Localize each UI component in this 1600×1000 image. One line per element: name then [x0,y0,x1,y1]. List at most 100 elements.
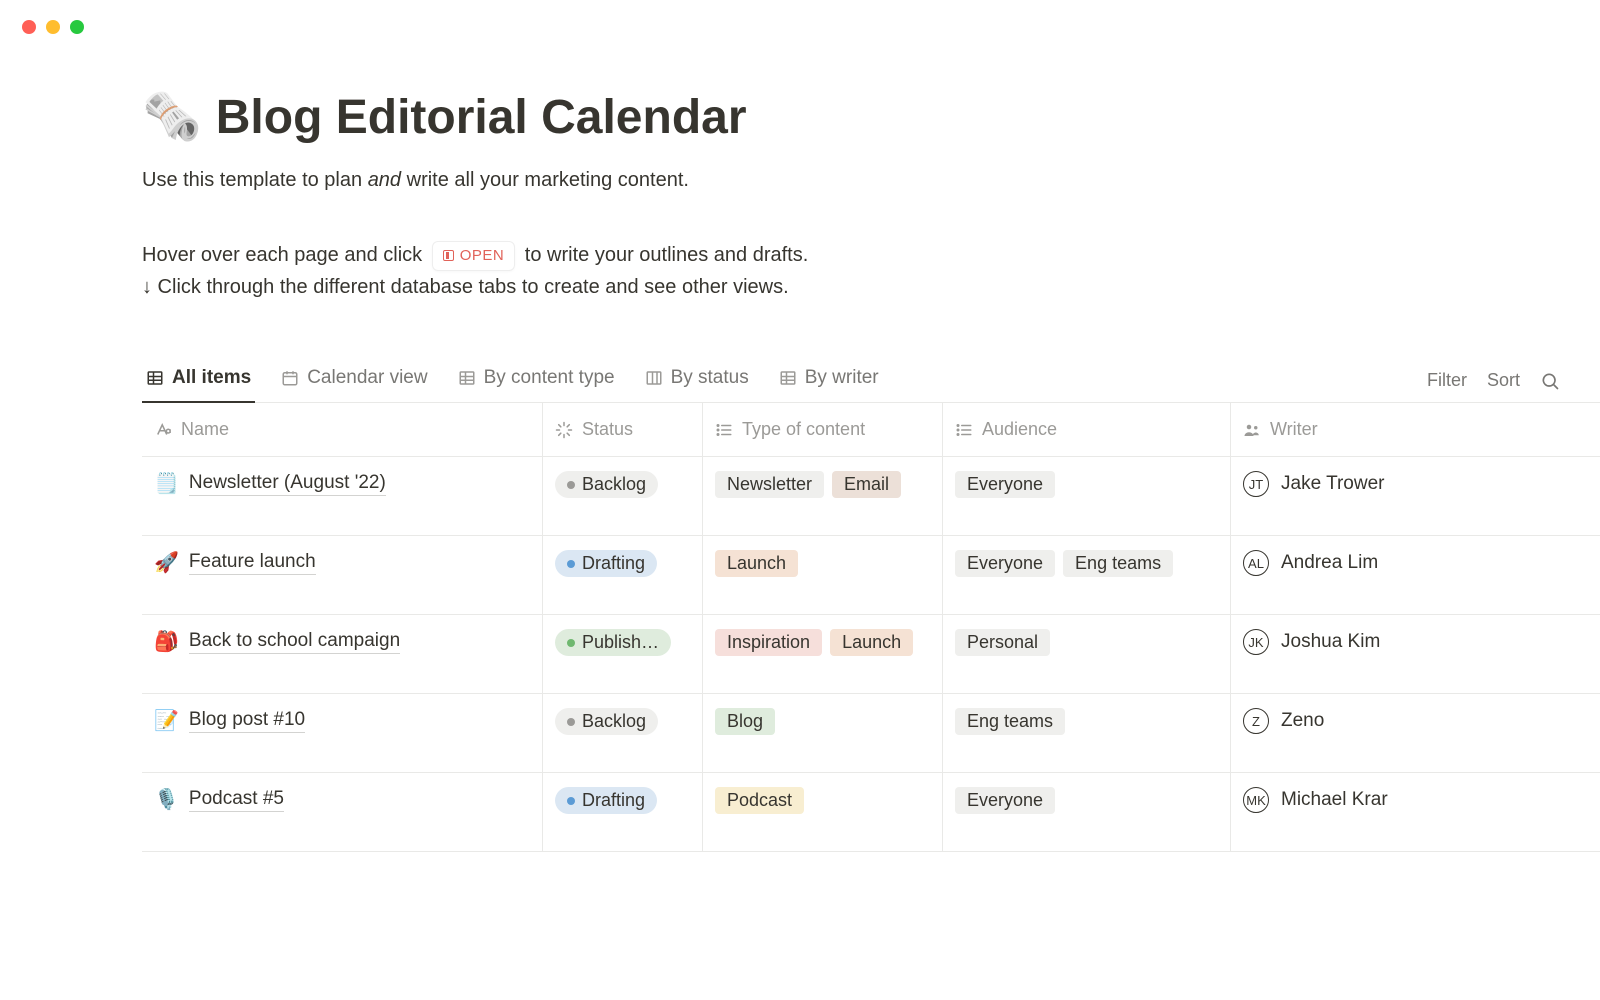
cell-type[interactable]: Blog [702,694,942,772]
cell-name[interactable]: 🎒Back to school campaign [142,615,542,693]
writer-name: Jake Trower [1281,473,1384,495]
status-label: Backlog [582,711,646,732]
cell-audience[interactable]: Everyone [942,773,1230,851]
tab-by-status[interactable]: By status [641,359,753,403]
status-label: Backlog [582,474,646,495]
page-icon[interactable]: 🗞️ [142,94,202,142]
sort-button[interactable]: Sort [1487,370,1520,391]
audience-tag: Everyone [955,550,1055,577]
type-tag: Blog [715,708,775,735]
search-icon [1540,371,1560,391]
table-header: Name Status Type of content Audience [142,403,1600,457]
table-icon [779,369,797,387]
avatar: JK [1243,629,1269,655]
open-chip: OPEN [432,241,516,271]
minimize-window-button[interactable] [46,20,60,34]
instruction-line-1b: to write your outlines and drafts. [525,244,808,266]
row-title: Podcast #5 [189,788,284,812]
column-label: Status [582,419,633,440]
column-header-type[interactable]: Type of content [702,403,942,456]
status-dot-icon [567,797,575,805]
cell-status[interactable]: Backlog [542,457,702,535]
cell-writer[interactable]: JK Joshua Kim [1230,615,1600,693]
row-title: Blog post #10 [189,709,305,733]
tab-all-items[interactable]: All items [142,359,255,403]
filter-button[interactable]: Filter [1427,370,1467,391]
instruction-line-1a: Hover over each page and click [142,244,428,266]
subtitle-part-b: write all your marketing content. [401,169,689,191]
multiselect-column-icon [715,421,733,439]
cell-name[interactable]: 📝 Blog post #10 [142,694,542,772]
cell-status[interactable]: Backlog [542,694,702,772]
avatar: AL [1243,550,1269,576]
writer-name: Joshua Kim [1281,631,1380,653]
maximize-window-button[interactable] [70,20,84,34]
cell-type[interactable]: InspirationLaunch [702,615,942,693]
column-header-audience[interactable]: Audience [942,403,1230,456]
table-icon [146,369,164,387]
tab-label: By content type [484,367,615,389]
status-dot-icon [567,481,575,489]
cell-status[interactable]: Publish… [542,615,702,693]
cell-type[interactable]: Launch [702,536,942,614]
column-header-name[interactable]: Name [142,403,542,456]
status-badge: Drafting [555,550,657,577]
tab-by-writer[interactable]: By writer [775,359,883,403]
cell-audience[interactable]: Personal [942,615,1230,693]
row-icon: 🎙️ [154,787,179,812]
column-header-writer[interactable]: Writer [1230,403,1600,456]
status-badge: Backlog [555,471,658,498]
search-button[interactable] [1540,371,1560,391]
writer-name: Zeno [1281,710,1324,732]
table-row[interactable]: 🎒Back to school campaign Publish… Inspirat… [142,615,1600,694]
tab-label: Calendar view [307,367,427,389]
column-label: Name [181,419,229,440]
tab-label: By writer [805,367,879,389]
cell-audience[interactable]: Eng teams [942,694,1230,772]
type-tag: Podcast [715,787,804,814]
cell-writer[interactable]: ALAndrea Lim [1230,536,1600,614]
cell-audience[interactable]: Everyone [942,457,1230,535]
subtitle-part-a: Use this template to plan [142,169,368,191]
tab-calendar-view[interactable]: Calendar view [277,359,431,403]
tab-label: All items [172,367,251,389]
cell-writer[interactable]: JTJake Trower [1230,457,1600,535]
close-window-button[interactable] [22,20,36,34]
table-row[interactable]: 🗒️Newsletter (August '22) Backlog Newslett… [142,457,1600,536]
row-icon: 📝 [154,708,179,733]
text-column-icon [154,421,172,439]
multiselect-column-icon [955,421,973,439]
cell-status[interactable]: Drafting [542,773,702,851]
cell-status[interactable]: Drafting [542,536,702,614]
cell-writer[interactable]: MKMichael Krar [1230,773,1600,851]
cell-writer[interactable]: ZZeno [1230,694,1600,772]
column-label: Type of content [742,419,865,440]
open-chip-icon [443,250,454,261]
status-dot-icon [567,718,575,726]
cell-name[interactable]: 🚀Feature launch [142,536,542,614]
instruction-line-2: ↓ Click through the different database t… [142,271,1600,303]
audience-tag: Eng teams [1063,550,1173,577]
table-row[interactable]: 🎙️ Podcast #5 Drafting Podcast EveryoneMKMic… [142,773,1600,852]
avatar: MK [1243,787,1269,813]
status-label: Publish… [582,632,659,653]
cell-type[interactable]: Podcast [702,773,942,851]
cell-name[interactable]: 🎙️ Podcast #5 [142,773,542,851]
table-row[interactable]: 📝 Blog post #10 Backlog Blog Eng teamsZZeno [142,694,1600,773]
tab-label: By status [671,367,749,389]
status-dot-icon [567,639,575,647]
table-row[interactable]: 🚀Feature launch Drafting Launch Everyone Eng… [142,536,1600,615]
row-title: Feature launch [189,551,316,575]
cell-audience[interactable]: Everyone Eng teams [942,536,1230,614]
type-tag: Launch [715,550,798,577]
subtitle-and: and [368,169,401,191]
status-label: Drafting [582,790,645,811]
status-dot-icon [567,560,575,568]
tab-by-content-type[interactable]: By content type [454,359,619,403]
open-chip-label: OPEN [460,244,505,268]
column-header-status[interactable]: Status [542,403,702,456]
type-tag: Launch [830,629,913,656]
cell-name[interactable]: 🗒️Newsletter (August '22) [142,457,542,535]
cell-type[interactable]: NewsletterEmail [702,457,942,535]
page-title[interactable]: Blog Editorial Calendar [216,90,747,145]
